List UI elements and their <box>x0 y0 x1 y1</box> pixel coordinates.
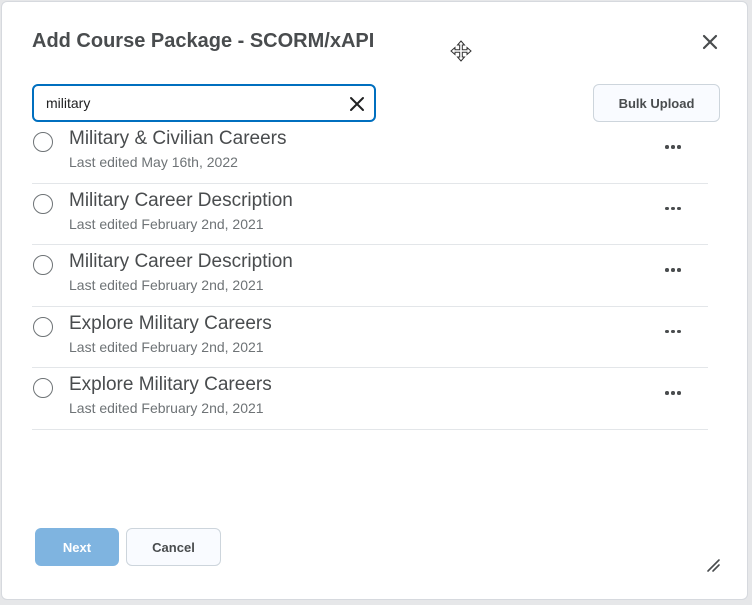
package-last-edited: Last edited February 2nd, 2021 <box>69 400 264 416</box>
package-title: Military & Civilian Careers <box>69 128 287 149</box>
list-item[interactable]: Military Career Description Last edited … <box>32 245 708 307</box>
cancel-button[interactable]: Cancel <box>126 528 221 566</box>
package-title: Military Career Description <box>69 189 293 211</box>
radio-button[interactable] <box>33 132 53 152</box>
add-course-package-dialog: Add Course Package - SCORM/xAPI Bulk Upl… <box>1 1 748 600</box>
list-item[interactable]: Military Career Description Last edited … <box>32 184 708 245</box>
radio-button[interactable] <box>33 378 53 398</box>
more-options-icon[interactable] <box>660 198 686 218</box>
search-field <box>32 84 376 122</box>
package-list: Military & Civilian Careers Last edited … <box>32 122 708 430</box>
package-last-edited: Last edited February 2nd, 2021 <box>69 338 264 355</box>
list-item[interactable]: Explore Military Careers Last edited Feb… <box>32 368 708 430</box>
more-options-icon[interactable] <box>660 259 686 279</box>
package-last-edited: Last edited May 16th, 2022 <box>69 154 238 170</box>
more-options-icon[interactable] <box>660 321 686 341</box>
close-icon[interactable] <box>699 31 721 53</box>
more-options-icon[interactable] <box>660 382 686 402</box>
package-last-edited: Last edited February 2nd, 2021 <box>69 277 264 293</box>
radio-button[interactable] <box>33 193 53 214</box>
more-options-icon[interactable] <box>660 136 686 156</box>
list-item[interactable]: Military & Civilian Careers Last edited … <box>32 122 708 184</box>
clear-icon[interactable] <box>348 95 366 113</box>
list-item[interactable]: Explore Military Careers Last edited Feb… <box>32 307 708 368</box>
search-input[interactable] <box>46 92 336 114</box>
radio-button[interactable] <box>33 255 53 275</box>
radio-button[interactable] <box>33 316 53 337</box>
package-title: Explore Military Careers <box>69 374 272 395</box>
bulk-upload-button[interactable]: Bulk Upload <box>593 84 720 122</box>
package-title: Military Career Description <box>69 251 293 272</box>
move-cursor-icon <box>450 40 472 62</box>
package-last-edited: Last edited February 2nd, 2021 <box>69 215 264 232</box>
resize-handle-icon[interactable] <box>705 557 721 573</box>
package-title: Explore Military Careers <box>69 312 272 334</box>
next-button[interactable]: Next <box>35 528 119 566</box>
dialog-title: Add Course Package - SCORM/xAPI <box>32 30 375 52</box>
